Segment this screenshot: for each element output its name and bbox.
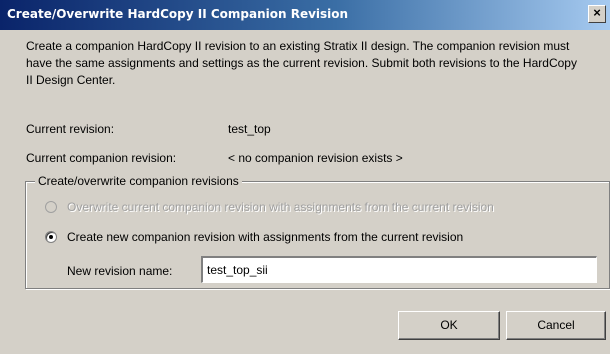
new-revision-name-input[interactable] bbox=[201, 256, 597, 283]
current-revision-label: Current revision: bbox=[26, 122, 115, 136]
new-revision-name-label: New revision name: bbox=[67, 264, 173, 278]
companion-revision-label: Current companion revision: bbox=[26, 151, 177, 165]
create-new-radio-label[interactable]: Create new companion revision with assig… bbox=[67, 230, 463, 244]
ok-button[interactable]: OK bbox=[398, 311, 500, 340]
current-revision-value: test_top bbox=[228, 122, 271, 136]
create-new-radio[interactable] bbox=[45, 231, 57, 243]
overwrite-radio-option: Overwrite current companion revision wit… bbox=[45, 199, 494, 215]
close-icon: × bbox=[593, 5, 601, 20]
group-legend: Create/overwrite companion revisions bbox=[35, 174, 242, 188]
close-button[interactable]: × bbox=[588, 5, 606, 23]
window-title: Create/Overwrite HardCopy II Companion R… bbox=[7, 7, 349, 21]
cancel-button[interactable]: Cancel bbox=[506, 311, 606, 340]
overwrite-radio bbox=[45, 201, 57, 213]
title-bar[interactable]: Create/Overwrite HardCopy II Companion R… bbox=[0, 0, 610, 30]
companion-revision-value: < no companion revision exists > bbox=[228, 151, 403, 165]
description-text: Create a companion HardCopy II revision … bbox=[26, 39, 577, 87]
companion-revision-dialog: Create/Overwrite HardCopy II Companion R… bbox=[0, 0, 610, 354]
radio-selected-dot bbox=[49, 235, 53, 239]
create-new-radio-option[interactable]: Create new companion revision with assig… bbox=[45, 229, 463, 245]
overwrite-radio-label: Overwrite current companion revision wit… bbox=[67, 200, 494, 214]
